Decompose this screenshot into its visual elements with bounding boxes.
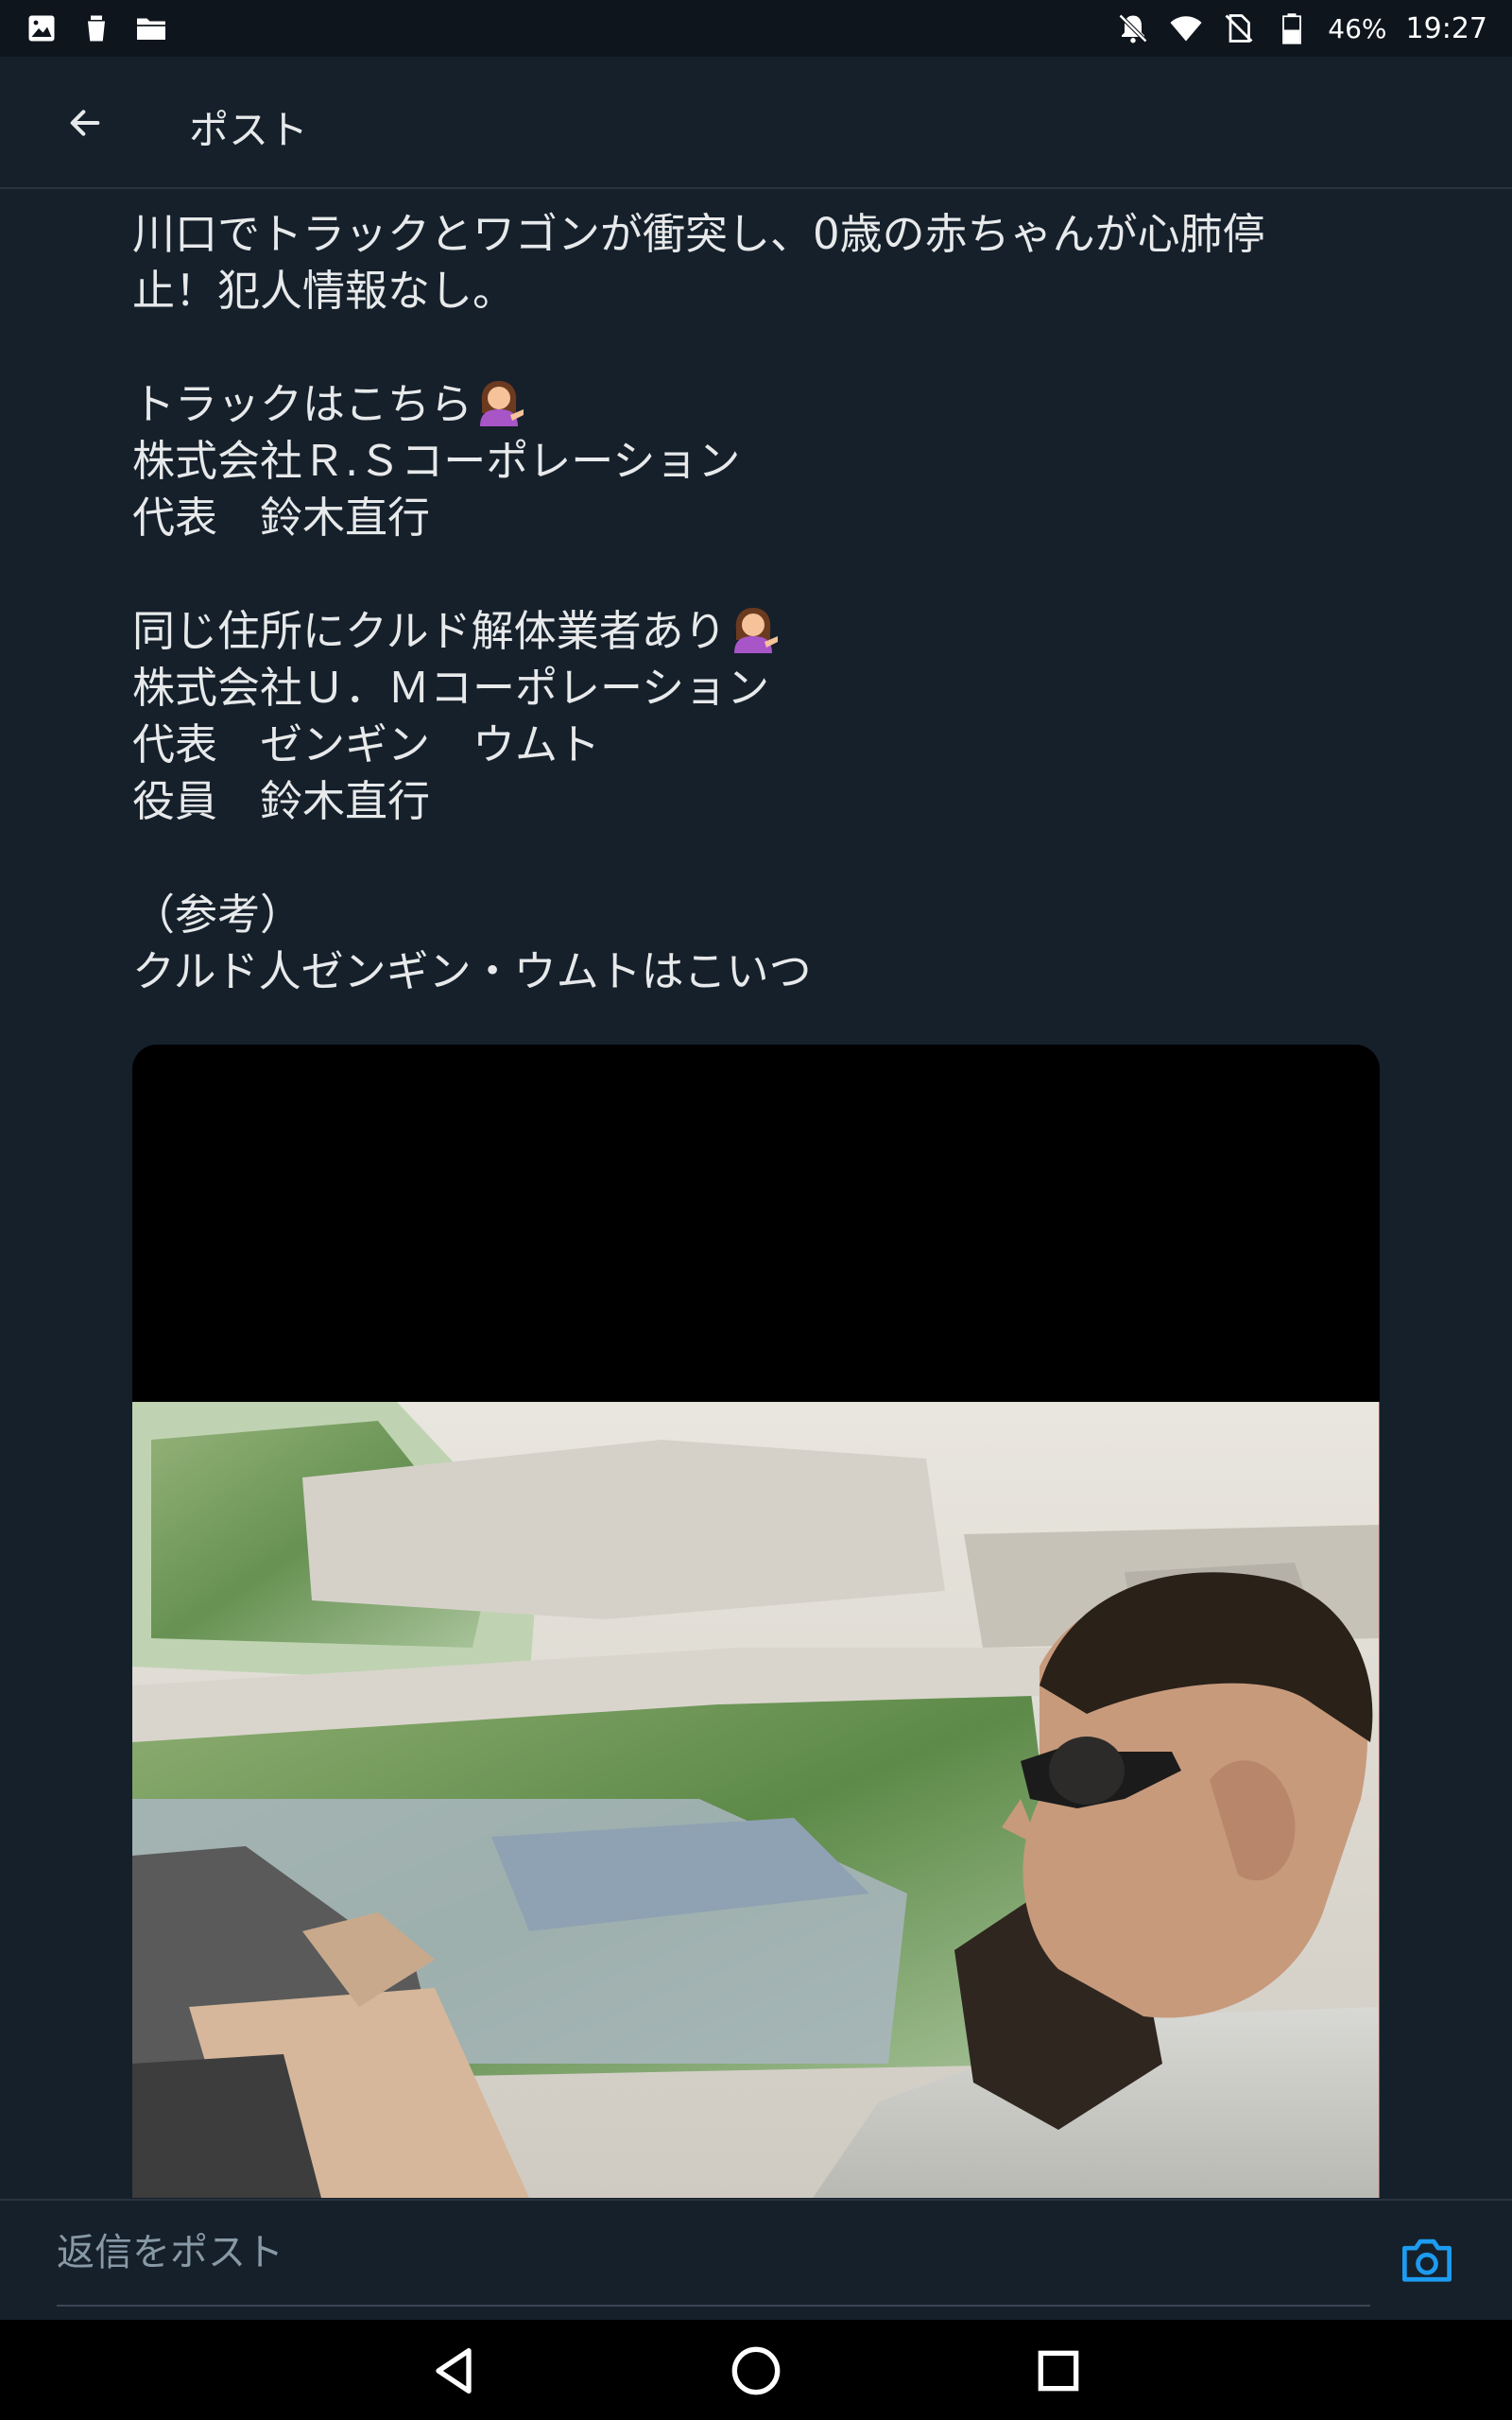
reply-input[interactable] (57, 2201, 1370, 2307)
back-triangle-icon[interactable] (423, 2341, 484, 2401)
battery-icon (1282, 13, 1302, 44)
arrow-left-icon (70, 110, 100, 136)
clock-time: 19:27 (1405, 11, 1487, 45)
reply-bar (0, 2199, 1512, 2320)
page-title: ポスト (189, 107, 309, 153)
folder-icon (137, 18, 165, 40)
tweet-line: 株式会社Ｒ.Ｓコーポレーション (132, 436, 741, 486)
tweet-text: 川口でトラックとワゴンが衝突し、0歳の赤ちゃんが心肺停 止！犯人情報なし。 トラ… (132, 206, 1380, 1000)
tweet-line: 株式会社Ｕ．Ｍコーポレーション (132, 663, 770, 713)
tweet-line: トラックはこちら (132, 379, 473, 429)
tweet-line: 代表 ゼンギン ウムト (132, 719, 601, 769)
woman-tipping-hand-emoji (733, 608, 778, 653)
tweet-line: 同じ住所にクルド解体業者あり (132, 606, 727, 656)
tweet-line: 川口でトラックとワゴンが衝突し、0歳の赤ちゃんが心肺停 (132, 209, 1265, 259)
tweet-line: 代表 鈴木直行 (132, 493, 431, 543)
status-bar: 46% 19:27 (0, 0, 1512, 57)
system-nav-bar (0, 2320, 1512, 2420)
status-left-icons (25, 11, 168, 45)
tweet-line: 止！犯人情報なし。 (132, 266, 516, 316)
tweet-media[interactable] (132, 1045, 1380, 2198)
tweet-line: （参考） (132, 890, 303, 940)
recents-square-icon[interactable] (1028, 2341, 1089, 2401)
tweet-line: クルド人ゼンギン・ウムトはこいつ (132, 946, 812, 996)
status-right-icons: 46% 19:27 (1116, 11, 1487, 45)
app-header: ポスト (0, 57, 1512, 189)
woman-tipping-hand-emoji (480, 381, 524, 426)
back-button[interactable] (47, 93, 123, 153)
home-circle-icon[interactable] (726, 2341, 786, 2401)
wifi-icon (1170, 16, 1202, 42)
cup-icon (88, 15, 105, 42)
tweet-line-with-emoji: トラックはこちら (132, 376, 1380, 433)
tweet-line-with-emoji: 同じ住所にクルド解体業者あり (132, 603, 1380, 660)
man-driving-car-photo (132, 1402, 1380, 2198)
battery-percent: 46% (1328, 12, 1387, 44)
bell-off-icon (1119, 13, 1148, 43)
camera-icon[interactable] (1399, 2235, 1455, 2284)
no-sim-icon (1225, 14, 1253, 43)
image-icon (28, 15, 55, 42)
tweet-line: 役員 鈴木直行 (132, 776, 431, 826)
